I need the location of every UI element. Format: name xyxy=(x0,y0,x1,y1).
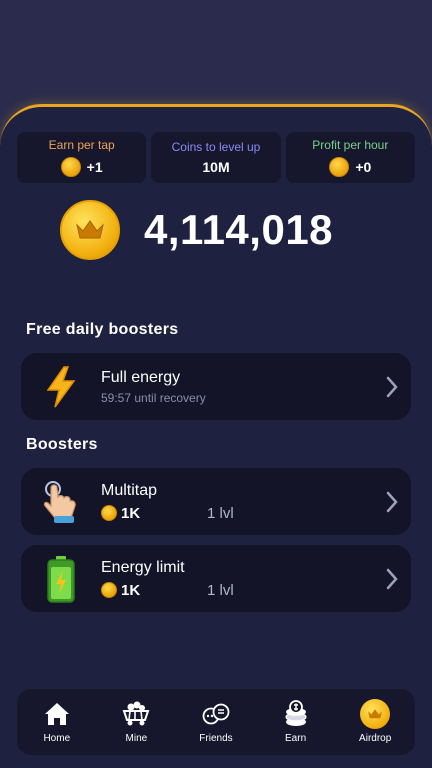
airdrop-coin-icon xyxy=(360,699,391,729)
nav-label: Mine xyxy=(125,733,148,744)
stat-value: +1 xyxy=(86,159,103,175)
stat-label: Earn per tap xyxy=(48,138,115,152)
nav-label: Earn xyxy=(285,733,307,744)
stat-value-row: +0 xyxy=(329,157,371,177)
booster-full-energy[interactable]: Full energy 59:57 until recovery xyxy=(21,353,411,420)
stats-row: Earn per tap +1 Coins to level up 10M Pr… xyxy=(17,132,415,183)
booster-recovery-time: 59:57 until recovery xyxy=(101,390,206,405)
stat-value: 10M xyxy=(202,159,230,175)
booster-cost-value: 1K xyxy=(121,504,141,522)
tap-hand-icon xyxy=(21,468,101,535)
coin-icon xyxy=(60,157,81,177)
section-title-boosters: Boosters xyxy=(26,436,98,453)
booster-body: Multitap 1K 1 lvl xyxy=(101,482,373,522)
stat-label: Profit per hour xyxy=(312,138,389,152)
stat-value-row: 10M xyxy=(202,159,229,175)
section-title-free-boosters: Free daily boosters xyxy=(26,321,179,338)
nav-label: Friends xyxy=(199,733,233,744)
friends-icon xyxy=(201,700,231,728)
nav-label: Home xyxy=(43,733,71,744)
coin-icon xyxy=(101,505,117,521)
booster-level: 1 lvl xyxy=(207,581,234,599)
nav-item-friends[interactable]: Friends xyxy=(181,700,251,744)
mine-cart-icon xyxy=(122,700,150,728)
balance-display: 4,114,018 xyxy=(60,200,333,260)
booster-cost-value: 1K xyxy=(121,581,141,599)
balance-value: 4,114,018 xyxy=(144,206,334,253)
booster-level: 1 lvl xyxy=(207,504,234,522)
nav-item-home[interactable]: Home xyxy=(22,700,92,744)
top-area xyxy=(0,0,432,110)
lightning-icon xyxy=(21,353,101,420)
bottom-nav: Home Mine Friends Earn Airdrop xyxy=(17,689,415,755)
stat-profit-per-hour: Profit per hour +0 xyxy=(285,132,415,183)
chevron-right-icon xyxy=(373,376,411,398)
stat-value: +0 xyxy=(355,159,372,175)
nav-item-mine[interactable]: Mine xyxy=(101,700,171,744)
stat-coins-to-level-up: Coins to level up 10M xyxy=(151,132,281,183)
coin-icon xyxy=(329,157,350,177)
booster-cost: 1K xyxy=(101,505,207,522)
booster-body: Full energy 59:57 until recovery xyxy=(101,369,373,405)
battery-icon xyxy=(21,545,101,612)
booster-body: Energy limit 1K 1 lvl xyxy=(101,559,373,599)
booster-meta: 1K 1 lvl xyxy=(101,582,373,599)
nav-item-airdrop[interactable]: Airdrop xyxy=(340,699,410,744)
booster-multitap[interactable]: Multitap 1K 1 lvl xyxy=(21,468,411,535)
booster-name: Energy limit xyxy=(101,558,185,576)
stat-value-row: +1 xyxy=(60,157,103,177)
crown-icon xyxy=(76,220,104,239)
booster-energy-limit[interactable]: Energy limit 1K 1 lvl xyxy=(21,545,411,612)
coin-stack-icon xyxy=(283,700,309,728)
crown-coin-icon xyxy=(60,200,120,260)
booster-meta: 1K 1 lvl xyxy=(101,505,373,522)
home-icon xyxy=(44,700,70,728)
booster-name: Full energy xyxy=(101,368,181,386)
chevron-right-icon xyxy=(373,568,411,590)
booster-name: Multitap xyxy=(101,481,158,499)
chevron-right-icon xyxy=(373,491,411,513)
nav-item-earn[interactable]: Earn xyxy=(261,700,331,744)
coin-icon xyxy=(101,582,117,598)
nav-label: Airdrop xyxy=(359,733,392,744)
stat-earn-per-tap: Earn per tap +1 xyxy=(17,132,147,183)
stat-label: Coins to level up xyxy=(171,140,261,154)
booster-cost: 1K xyxy=(101,582,207,599)
